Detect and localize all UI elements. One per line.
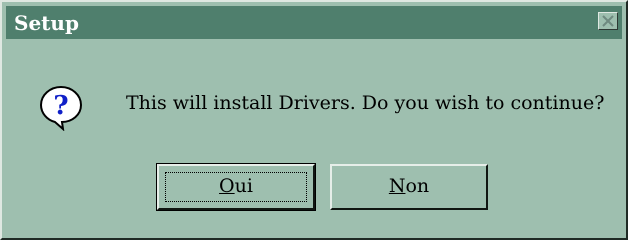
title-bar[interactable]: Setup bbox=[6, 6, 622, 39]
non-button[interactable]: Non bbox=[330, 164, 488, 210]
non-label-rest: on bbox=[405, 175, 430, 197]
svg-text:?: ? bbox=[53, 91, 68, 121]
oui-button[interactable]: Oui bbox=[156, 163, 316, 211]
close-icon bbox=[602, 15, 614, 27]
dialog-message: This will install Drivers. Do you wish t… bbox=[126, 92, 605, 114]
question-icon: ? bbox=[37, 83, 85, 132]
close-button[interactable] bbox=[598, 12, 618, 30]
window-title: Setup bbox=[14, 11, 79, 35]
setup-dialog: Setup ? This will install Drivers. Do yo… bbox=[0, 0, 628, 240]
non-mnemonic: N bbox=[388, 175, 406, 197]
focus-rectangle bbox=[165, 172, 307, 202]
